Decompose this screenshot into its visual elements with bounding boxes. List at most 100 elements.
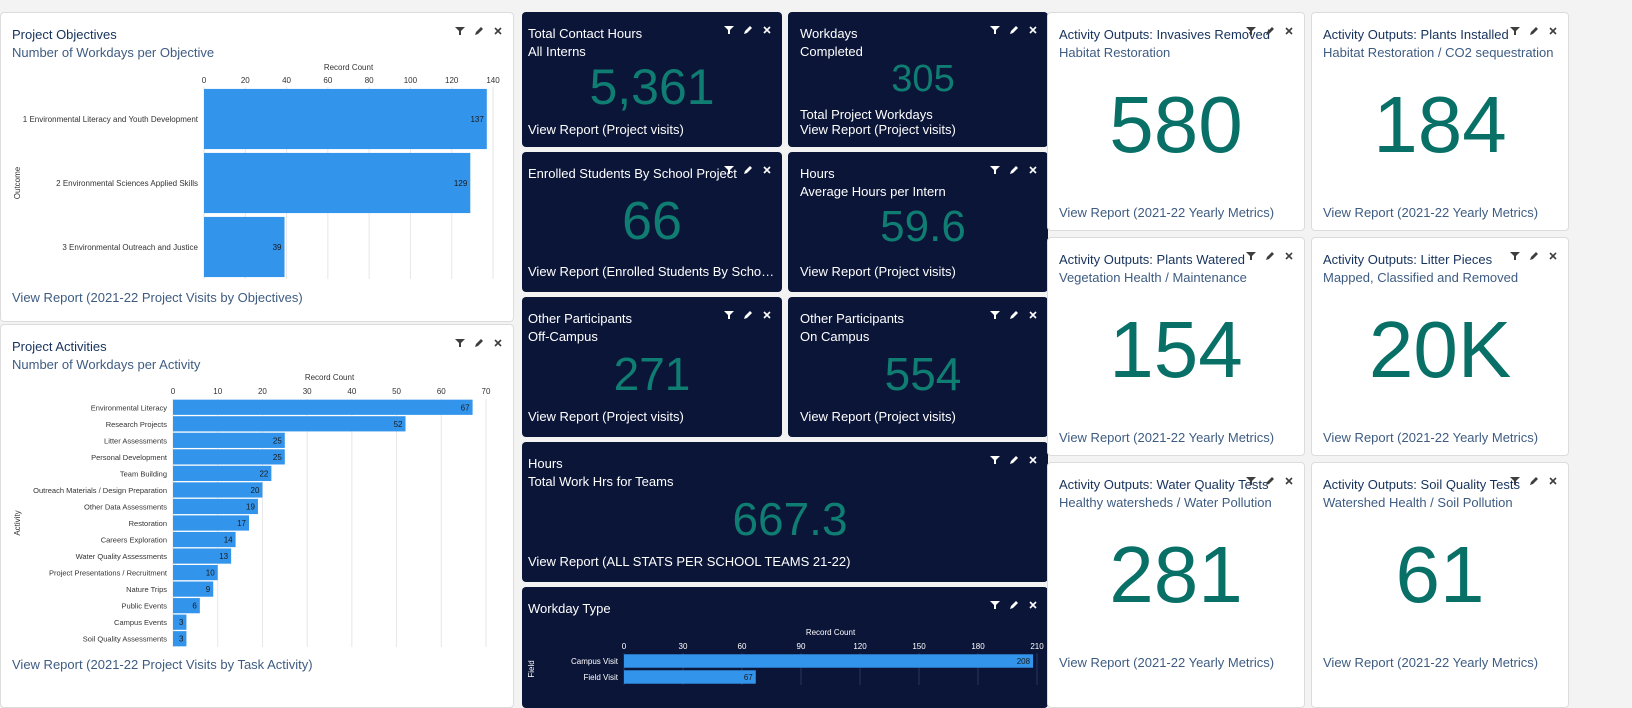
filter-icon[interactable] [1510,23,1520,35]
pencil-icon[interactable] [743,22,753,34]
metric-value: 59.6 [880,202,966,251]
close-icon[interactable] [1284,473,1294,485]
pencil-icon[interactable] [1009,307,1019,319]
view-report-link[interactable]: View Report (ALL STATS PER SCHOOL TEAMS … [528,554,1028,569]
category-label: 1 Environmental Literacy and Youth Devel… [23,115,199,124]
card-actions [724,307,772,319]
bar [624,654,1034,668]
bar [173,449,285,465]
metric-value: 184 [1373,80,1507,169]
view-report-link[interactable]: View Report (Enrolled Students By School… [528,264,776,279]
bar [173,399,473,415]
card-title: Total Contact Hours [528,26,643,41]
view-report-link[interactable]: View Report (2021-22 Yearly Metrics) [1059,205,1274,220]
card-title: Hours [528,456,563,471]
view-report-link[interactable]: View Report (2021-22 Project Visits by O… [12,290,303,305]
close-icon[interactable] [1548,473,1558,485]
x-tick-label: 210 [1030,642,1044,651]
pencil-icon[interactable] [1009,162,1019,174]
filter-icon[interactable] [724,307,734,319]
objectives-bar-chart: Record Count 0 20 40 60 80 100 120 140 Outcome 1 E… [13,63,500,279]
pencil-icon[interactable] [1529,473,1539,485]
x-tick-label: 0 [171,387,176,396]
view-report-link[interactable]: View Report (Project visits) [800,264,1040,279]
data-label: 19 [246,502,255,511]
activities-bar-chart: Record Count 0 10 20 30 40 50 60 70 Activity Envir… [13,373,491,647]
category-label: Soil Quality Assessments [83,635,167,644]
pencil-icon[interactable] [1529,23,1539,35]
close-icon[interactable] [1028,162,1038,174]
view-report-link[interactable]: View Report (2021-22 Project Visits by T… [12,657,313,672]
view-report-link[interactable]: View Report (2021-22 Yearly Metrics) [1059,655,1274,670]
filter-icon[interactable] [990,452,1000,464]
card-title: Activity Outputs: Litter Pieces [1323,252,1493,267]
view-report-link[interactable]: View Report (Project visits) [528,122,778,137]
close-icon[interactable] [1028,22,1038,34]
data-label: 52 [394,420,403,429]
x-tick-label: 180 [971,642,985,651]
x-axis-label: Record Count [806,628,856,637]
close-icon[interactable] [1028,452,1038,464]
filter-icon[interactable] [990,307,1000,319]
close-icon[interactable] [1284,23,1294,35]
category-label: Research Projects [106,420,168,429]
close-icon[interactable] [762,22,772,34]
filter-icon[interactable] [1246,23,1256,35]
card-subtitle: All Interns [528,44,586,59]
pencil-icon[interactable] [1265,23,1275,35]
pencil-icon[interactable] [1009,452,1019,464]
category-label: 2 Environmental Sciences Applied Skills [56,179,198,188]
filter-icon[interactable] [990,22,1000,34]
pencil-icon[interactable] [743,162,753,174]
close-icon[interactable] [762,307,772,319]
view-report-link[interactable]: View Report (Project visits) [800,409,1040,424]
pencil-icon[interactable] [743,307,753,319]
bar [173,416,406,432]
x-tick-label: 60 [437,387,446,396]
close-icon[interactable] [1548,248,1558,260]
bar [204,88,487,150]
x-tick-label: 80 [365,76,374,85]
pencil-icon[interactable] [1009,22,1019,34]
view-report-link[interactable]: View Report (Project visits) [800,122,1040,137]
filter-icon[interactable] [724,162,734,174]
data-label: 3 [179,635,184,644]
data-label: 25 [273,453,282,462]
filter-icon[interactable] [1510,473,1520,485]
card-subtitle: Habitat Restoration [1059,45,1171,60]
x-tick-label: 150 [912,642,926,651]
card-subtitle: Habitat Restoration / CO2 sequestration [1323,45,1554,60]
close-icon[interactable] [1028,307,1038,319]
metric-total-contact-hours: Total Contact Hours All Interns 5,361 Vi… [522,12,782,147]
close-icon[interactable] [1284,248,1294,260]
filter-icon[interactable] [1510,248,1520,260]
card-subtitle: Vegetation Health / Maintenance [1059,270,1247,285]
view-report-link[interactable]: View Report (2021-22 Yearly Metrics) [1323,655,1538,670]
x-tick-label: 140 [486,76,500,85]
metric-value: 61 [1395,530,1485,619]
category-label: Project Presentations / Recruitment [49,569,168,578]
close-icon[interactable] [762,162,772,174]
category-label: Careers Exploration [101,536,167,545]
workday-type-bar-chart: Record Count 0 30 60 90 120 150 180 210 Field Camp… [527,628,1044,685]
pencil-icon[interactable] [1529,248,1539,260]
x-tick-label: 30 [303,387,312,396]
view-report-link[interactable]: View Report (2021-22 Yearly Metrics) [1059,430,1274,445]
data-label: 6 [192,602,197,611]
filter-icon[interactable] [1246,248,1256,260]
bar [624,670,756,684]
view-report-link[interactable]: View Report (2021-22 Yearly Metrics) [1323,430,1538,445]
pencil-icon[interactable] [1265,473,1275,485]
x-tick-label: 10 [213,387,222,396]
metric-off-campus: Other Participants Off-Campus 271 View R… [522,297,782,437]
pencil-icon[interactable] [1265,248,1275,260]
filter-icon[interactable] [724,22,734,34]
bar [204,152,471,214]
close-icon[interactable] [1548,23,1558,35]
view-report-link[interactable]: View Report (2021-22 Yearly Metrics) [1323,205,1538,220]
filter-icon[interactable] [1246,473,1256,485]
view-report-link[interactable]: View Report (Project visits) [528,409,776,424]
x-tick-label: 100 [404,76,418,85]
category-label: Campus Visit [571,657,619,666]
filter-icon[interactable] [990,162,1000,174]
